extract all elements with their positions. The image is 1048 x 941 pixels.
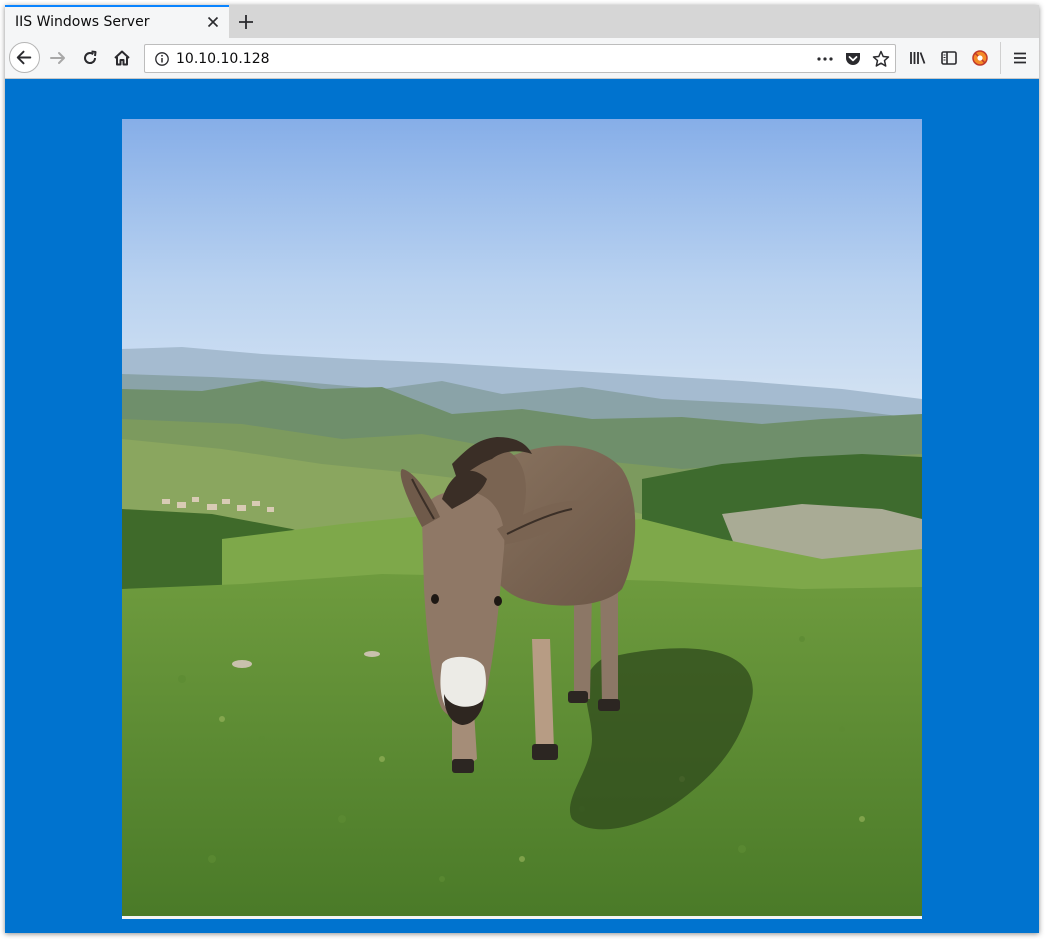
close-icon[interactable] <box>205 14 221 30</box>
sidebar-icon[interactable] <box>939 48 959 68</box>
plus-icon[interactable] <box>235 11 257 33</box>
tab-iis-windows-server[interactable]: IIS Windows Server <box>5 5 229 38</box>
pocket-icon[interactable] <box>843 49 863 69</box>
page-content <box>5 79 1039 933</box>
toolbar-separator <box>1000 42 1001 74</box>
arrow-right-icon[interactable] <box>48 48 68 68</box>
tab-strip: IIS Windows Server <box>5 5 1039 38</box>
donkey-photo <box>122 119 922 919</box>
tab-title: IIS Windows Server <box>15 14 150 30</box>
extension-icon[interactable] <box>970 48 990 68</box>
browser-window: IIS Windows Server 10.10.10.128 <box>5 5 1039 933</box>
reload-icon[interactable] <box>80 48 100 68</box>
info-icon[interactable] <box>154 51 170 67</box>
hamburger-icon[interactable] <box>1010 48 1030 68</box>
home-icon[interactable] <box>112 48 132 68</box>
ellipsis-icon[interactable] <box>815 49 835 69</box>
back-button[interactable] <box>9 42 40 73</box>
star-icon[interactable] <box>871 49 891 69</box>
library-icon[interactable] <box>908 48 928 68</box>
donkey-photo-illustration <box>122 119 922 916</box>
address-bar[interactable]: 10.10.10.128 <box>144 44 896 73</box>
url-text[interactable]: 10.10.10.128 <box>176 51 270 67</box>
navigation-toolbar: 10.10.10.128 <box>5 38 1039 79</box>
arrow-left-icon <box>16 50 32 65</box>
